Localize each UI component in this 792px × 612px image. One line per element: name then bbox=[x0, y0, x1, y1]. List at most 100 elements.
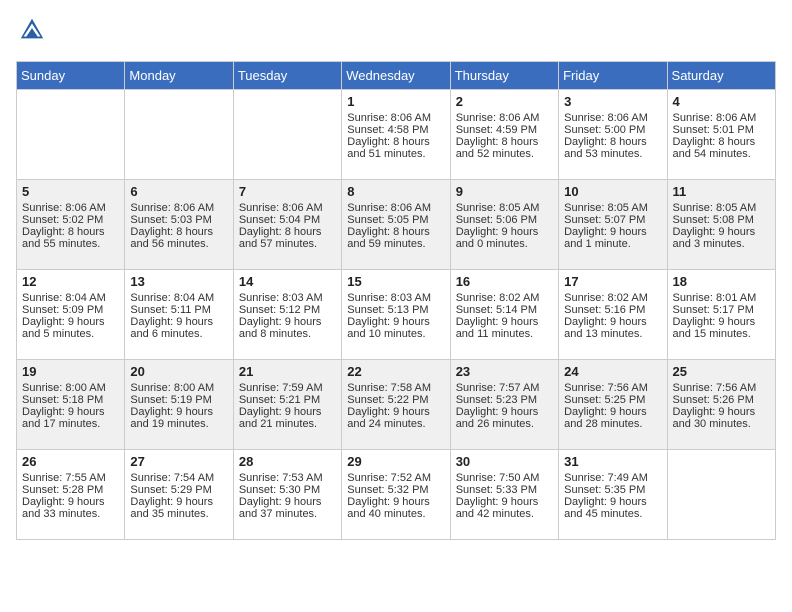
calendar-cell: 1 Sunrise: 8:06 AMSunset: 4:58 PMDaylight… bbox=[342, 90, 450, 180]
day-info: Sunrise: 7:59 AM bbox=[239, 382, 336, 394]
day-info: Sunset: 5:28 PM bbox=[22, 484, 119, 496]
day-info: Sunrise: 7:50 AM bbox=[456, 472, 553, 484]
day-info: Sunset: 5:11 PM bbox=[130, 304, 227, 316]
day-info: Daylight: 9 hours and 0 minutes. bbox=[456, 226, 553, 250]
day-info: Daylight: 9 hours and 13 minutes. bbox=[564, 316, 661, 340]
day-number: 15 bbox=[347, 274, 444, 289]
weekday-header-thursday: Thursday bbox=[450, 62, 558, 90]
day-info: Daylight: 8 hours and 53 minutes. bbox=[564, 136, 661, 160]
day-info: Sunset: 5:19 PM bbox=[130, 394, 227, 406]
calendar-cell: 26Sunrise: 7:55 AMSunset: 5:28 PMDayligh… bbox=[17, 450, 125, 540]
day-number: 29 bbox=[347, 454, 444, 469]
day-info: Sunset: 5:04 PM bbox=[239, 214, 336, 226]
day-number: 18 bbox=[673, 274, 770, 289]
day-info: Sunset: 5:30 PM bbox=[239, 484, 336, 496]
day-info: Sunrise: 8:05 AM bbox=[456, 202, 553, 214]
day-number: 26 bbox=[22, 454, 119, 469]
calendar-cell: 19Sunrise: 8:00 AMSunset: 5:18 PMDayligh… bbox=[17, 360, 125, 450]
day-info: Sunrise: 8:05 AM bbox=[564, 202, 661, 214]
day-number: 9 bbox=[456, 184, 553, 199]
calendar-cell: 25Sunrise: 7:56 AMSunset: 5:26 PMDayligh… bbox=[667, 360, 775, 450]
day-info: Sunrise: 8:00 AM bbox=[22, 382, 119, 394]
day-info: Sunset: 5:06 PM bbox=[456, 214, 553, 226]
calendar-cell: 3Sunrise: 8:06 AMSunset: 5:00 PMDaylight… bbox=[559, 90, 667, 180]
day-info: Sunrise: 7:52 AM bbox=[347, 472, 444, 484]
day-info: Daylight: 8 hours and 51 minutes. bbox=[347, 136, 444, 160]
day-info: Sunset: 5:13 PM bbox=[347, 304, 444, 316]
weekday-header-row: SundayMondayTuesdayWednesdayThursdayFrid… bbox=[17, 62, 776, 90]
day-info: Sunrise: 8:06 AM bbox=[130, 202, 227, 214]
day-info: Daylight: 9 hours and 33 minutes. bbox=[22, 496, 119, 520]
calendar-week-row: 1Sunrise: 8:06 AMSunset: 4:58 PMDaylight… bbox=[17, 90, 776, 180]
calendar-cell: 8Sunrise: 8:06 AMSunset: 5:05 PMDaylight… bbox=[342, 180, 450, 270]
day-number: 25 bbox=[673, 364, 770, 379]
day-info: Daylight: 8 hours and 52 minutes. bbox=[456, 136, 553, 160]
day-info: Sunrise: 8:03 AM bbox=[347, 292, 444, 304]
day-info: Daylight: 8 hours and 55 minutes. bbox=[22, 226, 119, 250]
day-info: Sunset: 5:29 PM bbox=[130, 484, 227, 496]
day-info: Daylight: 9 hours and 17 minutes. bbox=[22, 406, 119, 430]
day-info: Sunrise: 8:04 AM bbox=[22, 292, 119, 304]
calendar-cell: 21Sunrise: 7:59 AMSunset: 5:21 PMDayligh… bbox=[233, 360, 341, 450]
day-info: Sunset: 5:21 PM bbox=[239, 394, 336, 406]
day-info: Sunrise: 8:02 AM bbox=[456, 292, 553, 304]
day-number: 31 bbox=[564, 454, 661, 469]
day-info: Daylight: 9 hours and 45 minutes. bbox=[564, 496, 661, 520]
day-number: 12 bbox=[22, 274, 119, 289]
day-info: Daylight: 9 hours and 15 minutes. bbox=[673, 316, 770, 340]
weekday-header-wednesday: Wednesday bbox=[342, 62, 450, 90]
day-info: Daylight: 9 hours and 24 minutes. bbox=[347, 406, 444, 430]
day-info: Daylight: 9 hours and 42 minutes. bbox=[456, 496, 553, 520]
calendar-cell: 4 Sunrise: 8:06 AMSunset: 5:01 PMDaylight… bbox=[667, 90, 775, 180]
day-number: 2 bbox=[456, 94, 553, 109]
calendar-week-row: 19Sunrise: 8:00 AMSunset: 5:18 PMDayligh… bbox=[17, 360, 776, 450]
day-info: Daylight: 9 hours and 35 minutes. bbox=[130, 496, 227, 520]
day-number: 4 bbox=[673, 94, 770, 109]
day-info: Sunrise: 8:06 AM bbox=[239, 202, 336, 214]
day-info: Sunrise: 8:06 AM bbox=[673, 112, 770, 124]
day-number: 5 bbox=[22, 184, 119, 199]
day-info: Sunset: 5:08 PM bbox=[673, 214, 770, 226]
calendar-cell: 29Sunrise: 7:52 AMSunset: 5:32 PMDayligh… bbox=[342, 450, 450, 540]
calendar-cell bbox=[233, 90, 341, 180]
day-info: Sunset: 5:01 PM bbox=[673, 124, 770, 136]
calendar-week-row: 26Sunrise: 7:55 AMSunset: 5:28 PMDayligh… bbox=[17, 450, 776, 540]
day-info: Daylight: 9 hours and 37 minutes. bbox=[239, 496, 336, 520]
day-info: Sunrise: 7:58 AM bbox=[347, 382, 444, 394]
day-info: Sunset: 5:16 PM bbox=[564, 304, 661, 316]
day-info: Sunset: 5:07 PM bbox=[564, 214, 661, 226]
day-info: Sunset: 5:03 PM bbox=[130, 214, 227, 226]
day-info: Daylight: 8 hours and 54 minutes. bbox=[673, 136, 770, 160]
day-info: Sunrise: 8:06 AM bbox=[456, 112, 553, 124]
day-info: Sunset: 4:58 PM bbox=[347, 124, 444, 136]
day-number: 14 bbox=[239, 274, 336, 289]
day-info: Sunrise: 8:01 AM bbox=[673, 292, 770, 304]
day-info: Daylight: 9 hours and 11 minutes. bbox=[456, 316, 553, 340]
day-number: 17 bbox=[564, 274, 661, 289]
calendar-cell: 28Sunrise: 7:53 AMSunset: 5:30 PMDayligh… bbox=[233, 450, 341, 540]
calendar-cell: 14Sunrise: 8:03 AMSunset: 5:12 PMDayligh… bbox=[233, 270, 341, 360]
calendar-cell: 31Sunrise: 7:49 AMSunset: 5:35 PMDayligh… bbox=[559, 450, 667, 540]
calendar-table: SundayMondayTuesdayWednesdayThursdayFrid… bbox=[16, 61, 776, 540]
day-info: Sunrise: 8:06 AM bbox=[347, 112, 444, 124]
day-info: Sunrise: 8:03 AM bbox=[239, 292, 336, 304]
day-info: Daylight: 9 hours and 6 minutes. bbox=[130, 316, 227, 340]
calendar-week-row: 12Sunrise: 8:04 AMSunset: 5:09 PMDayligh… bbox=[17, 270, 776, 360]
day-info: Daylight: 9 hours and 8 minutes. bbox=[239, 316, 336, 340]
calendar-cell: 7Sunrise: 8:06 AMSunset: 5:04 PMDaylight… bbox=[233, 180, 341, 270]
day-number: 1 bbox=[347, 94, 444, 109]
calendar-cell: 10Sunrise: 8:05 AMSunset: 5:07 PMDayligh… bbox=[559, 180, 667, 270]
day-info: Sunrise: 8:04 AM bbox=[130, 292, 227, 304]
day-info: Sunrise: 8:06 AM bbox=[347, 202, 444, 214]
day-info: Sunrise: 7:53 AM bbox=[239, 472, 336, 484]
day-info: Sunrise: 8:06 AM bbox=[564, 112, 661, 124]
day-info: Sunrise: 7:56 AM bbox=[564, 382, 661, 394]
day-info: Sunset: 5:25 PM bbox=[564, 394, 661, 406]
day-info: Daylight: 9 hours and 30 minutes. bbox=[673, 406, 770, 430]
day-info: Sunset: 5:17 PM bbox=[673, 304, 770, 316]
day-number: 6 bbox=[130, 184, 227, 199]
day-info: Sunrise: 7:49 AM bbox=[564, 472, 661, 484]
day-info: Daylight: 8 hours and 56 minutes. bbox=[130, 226, 227, 250]
calendar-cell: 22Sunrise: 7:58 AMSunset: 5:22 PMDayligh… bbox=[342, 360, 450, 450]
day-info: Daylight: 9 hours and 10 minutes. bbox=[347, 316, 444, 340]
